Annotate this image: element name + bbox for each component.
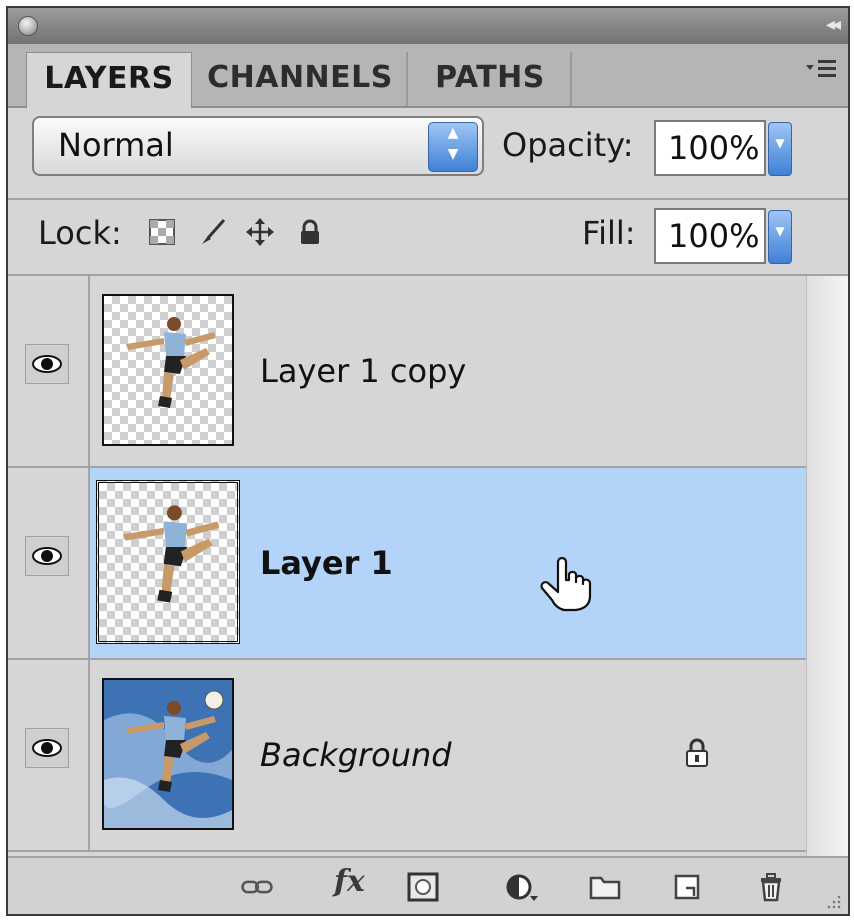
eye-icon[interactable] xyxy=(25,344,69,384)
tab-layers[interactable]: LAYERS xyxy=(26,52,192,108)
fx-icon[interactable]: fx xyxy=(334,864,378,899)
new-group-icon[interactable] xyxy=(588,872,622,902)
panel-titlebar: ◂◂ xyxy=(8,8,848,45)
layer-row-selected[interactable]: Layer 1 xyxy=(8,468,806,660)
player-figure-icon xyxy=(123,505,220,603)
menu-lines-icon xyxy=(806,60,836,77)
fill-dropdown-button[interactable]: ▼ xyxy=(768,210,792,264)
lock-move-icon[interactable] xyxy=(246,218,274,246)
tab-paths[interactable]: PATHS xyxy=(410,52,572,106)
resize-grip-icon[interactable] xyxy=(824,892,842,910)
layer-name[interactable]: Layer 1 copy xyxy=(260,352,466,390)
visibility-cell[interactable] xyxy=(8,660,90,850)
fill-label: Fill: xyxy=(582,214,636,252)
layer-name[interactable]: Background xyxy=(260,736,452,774)
adjustment-layer-icon[interactable] xyxy=(504,872,538,902)
visibility-cell[interactable] xyxy=(8,276,90,466)
layer-lock-icon xyxy=(686,738,708,767)
eye-icon[interactable] xyxy=(25,728,69,768)
lock-all-icon[interactable] xyxy=(296,218,324,246)
select-stepper-icon[interactable]: ▲ ▼ xyxy=(428,122,478,172)
layers-bottom-toolbar: fx xyxy=(8,856,848,914)
panel-menu-icon[interactable] xyxy=(804,56,838,89)
lock-fill-row: Lock: Fill: 100% ▼ xyxy=(8,198,848,276)
lock-transparency-icon[interactable] xyxy=(148,218,176,246)
layer-row[interactable]: Layer 1 copy xyxy=(8,276,806,468)
opacity-field[interactable]: 100% xyxy=(654,120,766,176)
blend-mode-select[interactable]: Normal ▲ ▼ xyxy=(32,116,484,176)
layer-name[interactable]: Layer 1 xyxy=(260,544,393,582)
opacity-dropdown-button[interactable]: ▼ xyxy=(768,122,792,176)
layer-list: Layer 1 copy Layer 1 Background xyxy=(8,276,806,856)
new-layer-icon[interactable] xyxy=(670,872,704,902)
trash-icon[interactable] xyxy=(754,872,788,902)
collapse-icon[interactable]: ◂◂ xyxy=(826,14,841,36)
fill-field[interactable]: 100% xyxy=(654,208,766,264)
tab-bar: LAYERS CHANNELS PATHS xyxy=(8,44,848,108)
lock-label: Lock: xyxy=(38,214,122,252)
layer-mask-icon[interactable] xyxy=(406,872,440,902)
layer-row[interactable]: Background xyxy=(8,660,806,852)
opacity-label: Opacity: xyxy=(502,126,634,164)
layers-panel: ◂◂ LAYERS CHANNELS PATHS Normal ▲ ▼ Opaci… xyxy=(6,6,850,916)
layer-thumbnail xyxy=(102,294,234,446)
layer-list-scrollbar[interactable] xyxy=(806,276,848,856)
link-layers-icon[interactable] xyxy=(240,872,274,902)
visibility-cell[interactable] xyxy=(8,468,90,658)
close-icon[interactable] xyxy=(18,16,38,36)
layer-thumbnail-selected xyxy=(96,480,240,644)
tab-channels[interactable]: CHANNELS xyxy=(194,52,408,106)
background-photo-icon xyxy=(104,680,232,828)
player-figure-icon xyxy=(126,317,216,408)
lock-paint-icon[interactable] xyxy=(198,218,226,246)
hand-cursor-icon xyxy=(540,556,592,612)
blend-opacity-row: Normal ▲ ▼ Opacity: 100% ▼ xyxy=(8,106,848,200)
layer-thumbnail xyxy=(102,678,234,830)
blend-mode-value: Normal xyxy=(58,126,174,164)
eye-icon[interactable] xyxy=(25,536,69,576)
